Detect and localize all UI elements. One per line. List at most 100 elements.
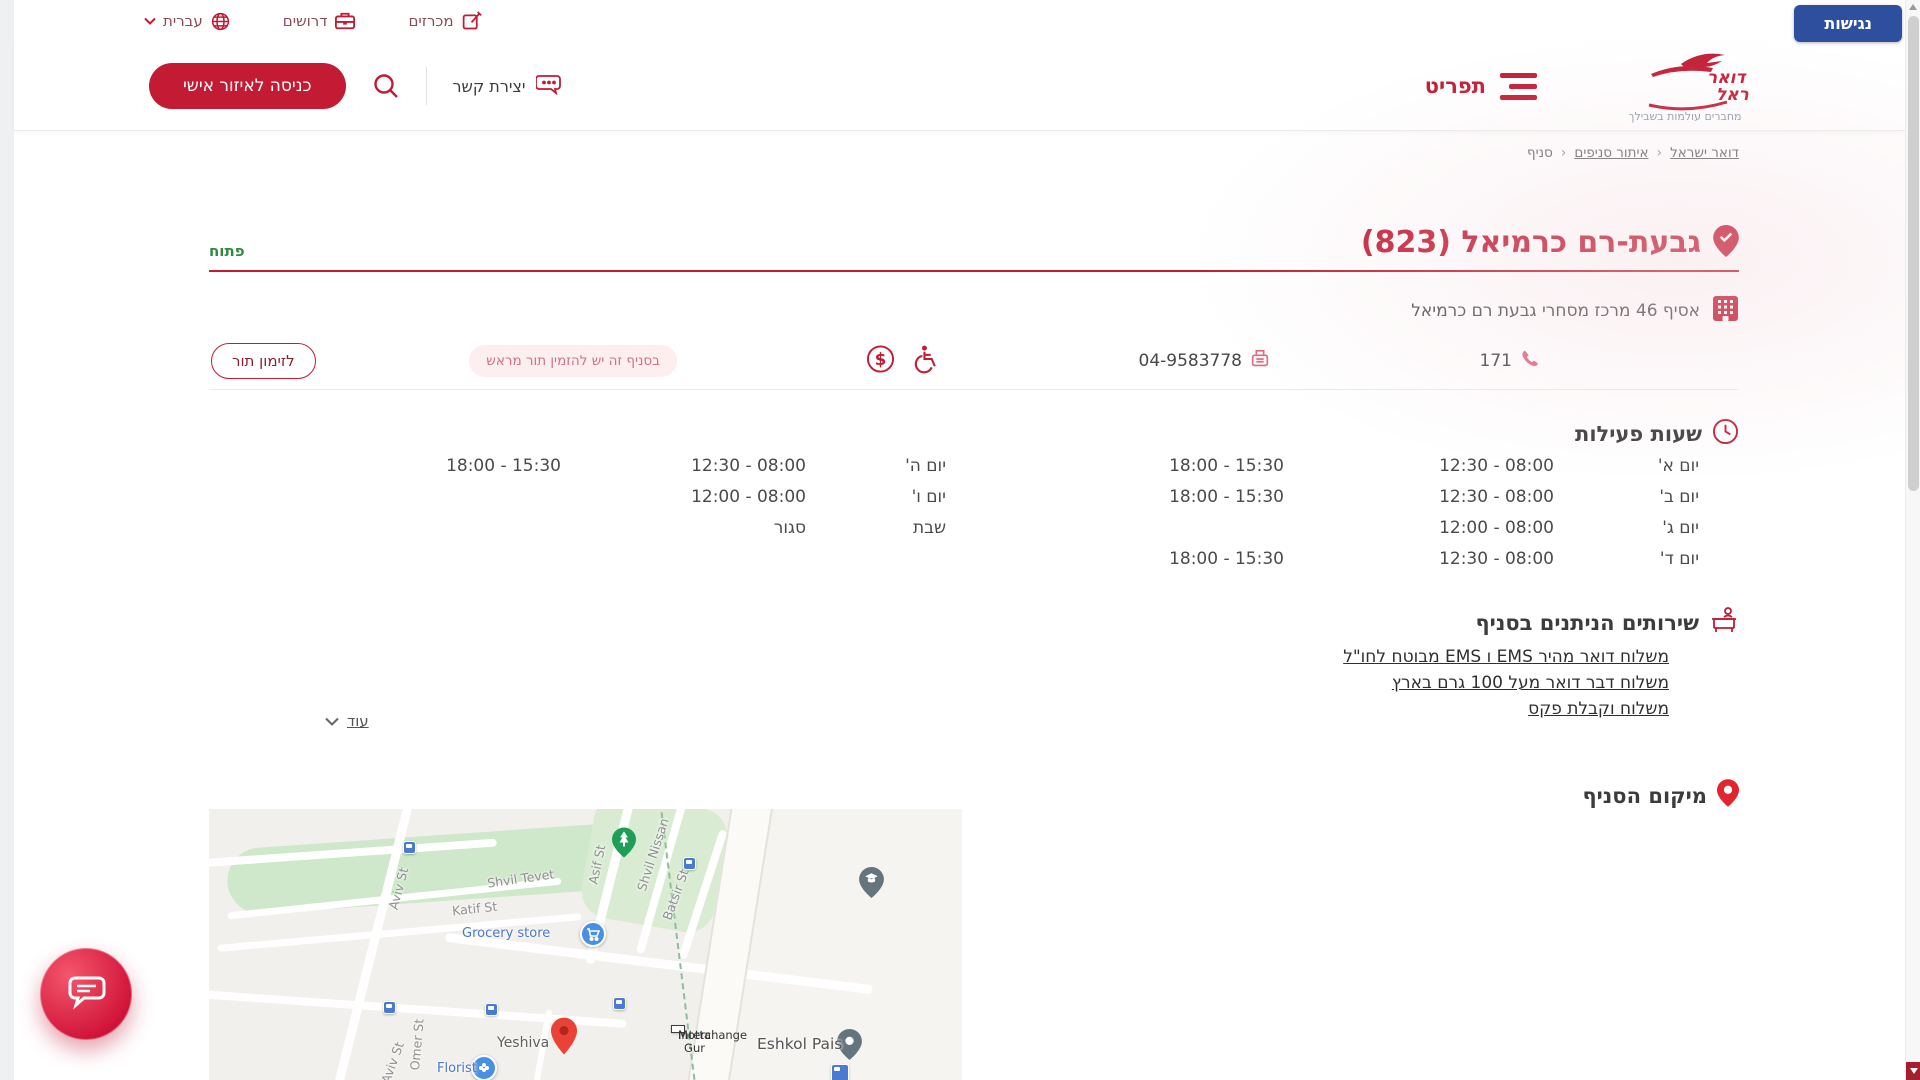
grocery-store-label[interactable]: Grocery store: [462, 926, 550, 941]
header-actions: יצירת קשר כניסה לאיזור אישי: [149, 63, 562, 109]
day-label: שבת: [912, 518, 946, 538]
branch-pin-icon: [1713, 224, 1739, 261]
day-label: יום ו': [911, 487, 946, 507]
day-label: יום ה': [905, 456, 946, 476]
transit-station-icon[interactable]: [831, 1064, 849, 1080]
utility-bar: מכרזים דרושים עברית: [14, 0, 1905, 42]
menu-button[interactable]: תפריט: [1424, 72, 1537, 100]
pencil-icon: [461, 10, 482, 32]
hours-row: יום ג' 12:00 - 08:00: [974, 515, 1739, 541]
hours-column-thu-sat: יום ה' 12:30 - 08:00 18:00 - 15:30 יום ו…: [209, 453, 974, 572]
morning-hours: 12:00 - 08:00: [691, 487, 806, 507]
service-link-ems[interactable]: משלוח דואר מהיר EMS ו EMS מבוטח לחו"ל: [1343, 647, 1669, 667]
evening-hours: 18:00 - 15:30: [1169, 456, 1284, 476]
transit-station-icon[interactable]: [613, 997, 626, 1010]
service-counter-icon: [1709, 605, 1739, 640]
header-divider: [425, 67, 427, 105]
jobs-link[interactable]: דרושים: [283, 11, 357, 31]
map-pin-icon: [1717, 778, 1739, 813]
branch-info-row: 171 04-9583778 $ בסניף זה יש להזמין תור …: [209, 333, 1739, 390]
hours-row: יום א' 12:30 - 08:00 18:00 - 15:30: [974, 453, 1739, 479]
service-link-over-100g[interactable]: משלוח דבר דואר מעל 100 גרם בארץ: [1343, 673, 1669, 693]
more-services-toggle[interactable]: עוד: [325, 712, 369, 730]
transit-station-icon[interactable]: [383, 1001, 396, 1014]
tenders-link[interactable]: מכרזים: [408, 10, 482, 32]
interchange-boxed-label: Motta Gur Interchange: [671, 1025, 747, 1055]
morning-hours: סגור: [773, 518, 806, 538]
scroll-down-arrow-icon[interactable]: [1906, 1062, 1920, 1080]
branch-address: אסיף 46 מרכז מסחרי גבעת רם כרמיאל: [1411, 301, 1700, 321]
service-link-fax[interactable]: משלוח וקבלת פקס: [1343, 699, 1669, 719]
street-label: Omer St: [407, 1018, 427, 1071]
fax-group: 04-9583778: [1139, 348, 1271, 374]
menu-label: תפריט: [1424, 74, 1486, 98]
breadcrumb: דואר ישראל ‹ איתור סניפים ‹ סניף: [1527, 145, 1739, 161]
scrollbar-thumb[interactable]: [1908, 16, 1919, 491]
opening-hours-table: יום א' 12:30 - 08:00 18:00 - 15:30 יום ב…: [209, 453, 1739, 572]
breadcrumb-separator: ‹: [1560, 145, 1567, 161]
logo-tagline: מחברים עולמות בשבילך: [1628, 109, 1742, 123]
breadcrumb-branches[interactable]: איתור סניפים: [1574, 145, 1648, 161]
main-header: דואר ישראל מחברים עולמות בשבילך תפריט יצ…: [14, 42, 1905, 130]
contact-us-link[interactable]: יצירת קשר: [453, 73, 562, 99]
grocery-store-icon[interactable]: [580, 921, 606, 947]
transit-station-icon[interactable]: [403, 841, 416, 854]
evening-hours: 18:00 - 15:30: [1169, 549, 1284, 569]
phone-number[interactable]: 171: [1480, 351, 1512, 371]
tenders-label: מכרזים: [408, 12, 454, 30]
jobs-label: דרושים: [282, 12, 328, 30]
morning-hours: 12:30 - 08:00: [1439, 456, 1554, 476]
status-badge: פתוח: [209, 242, 245, 260]
hours-title-label: שעות פעילות: [1574, 422, 1702, 446]
services-links: משלוח דואר מהיר EMS ו EMS מבוטח לחו"ל מש…: [1343, 647, 1669, 719]
hamburger-icon: [1500, 72, 1537, 100]
branch-location-map[interactable]: Aviv St Shvil Tevet Katif St Asif St Shv…: [209, 809, 962, 1080]
branch-title-row: גבעת-רם כרמיאל (823) פתוח: [209, 215, 1739, 272]
morning-hours: 12:30 - 08:00: [691, 456, 806, 476]
morning-hours: 12:30 - 08:00: [1439, 549, 1554, 569]
evening-hours: 18:00 - 15:30: [1169, 487, 1284, 507]
breadcrumb-separator: ‹: [1656, 145, 1663, 161]
search-icon[interactable]: [372, 72, 400, 100]
main-content: דואר ישראל ‹ איתור סניפים ‹ סניף גבעת-רם…: [209, 135, 1739, 1080]
chat-fab-button[interactable]: [40, 948, 132, 1040]
vertical-scrollbar[interactable]: [1905, 0, 1920, 1080]
services-title-label: שירותים הניתנים בסניף: [1475, 610, 1699, 635]
transit-station-icon[interactable]: [683, 857, 696, 870]
logo-word-2: ישראל: [1716, 85, 1749, 105]
chat-icon: [65, 974, 107, 1014]
hours-row: יום ב' 12:30 - 08:00 18:00 - 15:30: [974, 484, 1739, 510]
yeshiva-label[interactable]: Yeshiva: [497, 1035, 549, 1051]
chat-bubble-icon: [534, 73, 562, 99]
language-switcher[interactable]: עברית: [144, 11, 231, 32]
florist-label[interactable]: Florist: [437, 1061, 477, 1076]
page-sheet: מכרזים דרושים עברית דואר ראל מחברים עולמ…: [14, 0, 1905, 1080]
hours-row: שבת סגור: [209, 515, 974, 541]
chevron-down-icon: [144, 17, 156, 25]
morning-hours: 12:30 - 08:00: [1439, 487, 1554, 507]
book-appointment-button[interactable]: לזימון תור: [211, 343, 316, 379]
eshkol-pais-label[interactable]: Eshkol Pais: [757, 1035, 842, 1053]
address-row: אסיף 46 מרכז מסחרי גבעת רם כרמיאל: [1411, 295, 1739, 327]
hours-row: יום ד' 12:30 - 08:00 18:00 - 15:30: [974, 546, 1739, 572]
breadcrumb-home[interactable]: דואר ישראל: [1670, 145, 1739, 161]
scroll-up-arrow-icon[interactable]: [1909, 4, 1917, 10]
appointment-note-badge: בסניף זה יש להזמין תור מראש: [469, 345, 677, 377]
day-label: יום ג': [1662, 518, 1699, 538]
hours-row: יום ה' 12:30 - 08:00 18:00 - 15:30: [209, 453, 974, 479]
day-label: יום א': [1657, 456, 1699, 476]
hours-column-sun-wed: יום א' 12:30 - 08:00 18:00 - 15:30 יום ב…: [974, 453, 1739, 572]
day-label: יום ד': [1659, 549, 1699, 569]
israel-post-logo[interactable]: דואר ישראל מחברים עולמות בשבילך: [1615, 50, 1755, 123]
building-icon: [1712, 295, 1739, 327]
contact-label: יצירת קשר: [452, 76, 526, 96]
accessibility-button[interactable]: נגישות: [1794, 5, 1902, 42]
transit-station-icon[interactable]: [485, 1003, 498, 1016]
page-title: גבעת-רם כרמיאל (823): [1360, 225, 1701, 260]
street-label: Katif St: [451, 898, 498, 919]
phone-icon: [1519, 348, 1541, 374]
fax-number: 04-9583778: [1138, 351, 1242, 371]
briefcase-icon: [334, 11, 356, 31]
login-button[interactable]: כניסה לאיזור אישי: [149, 63, 346, 109]
services-section-title: שירותים הניתנים בסניף: [1476, 605, 1739, 640]
